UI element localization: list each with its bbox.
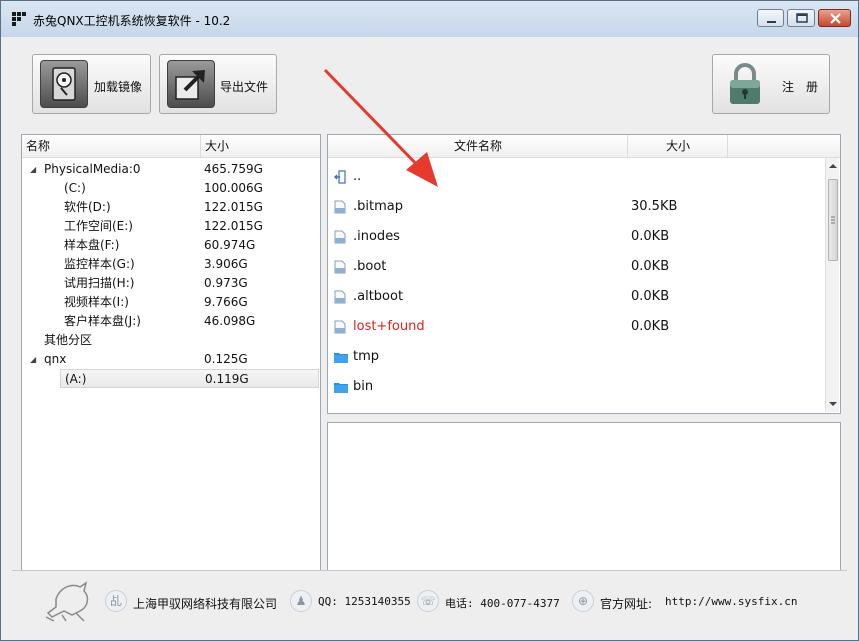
annotation-arrow <box>323 68 438 187</box>
